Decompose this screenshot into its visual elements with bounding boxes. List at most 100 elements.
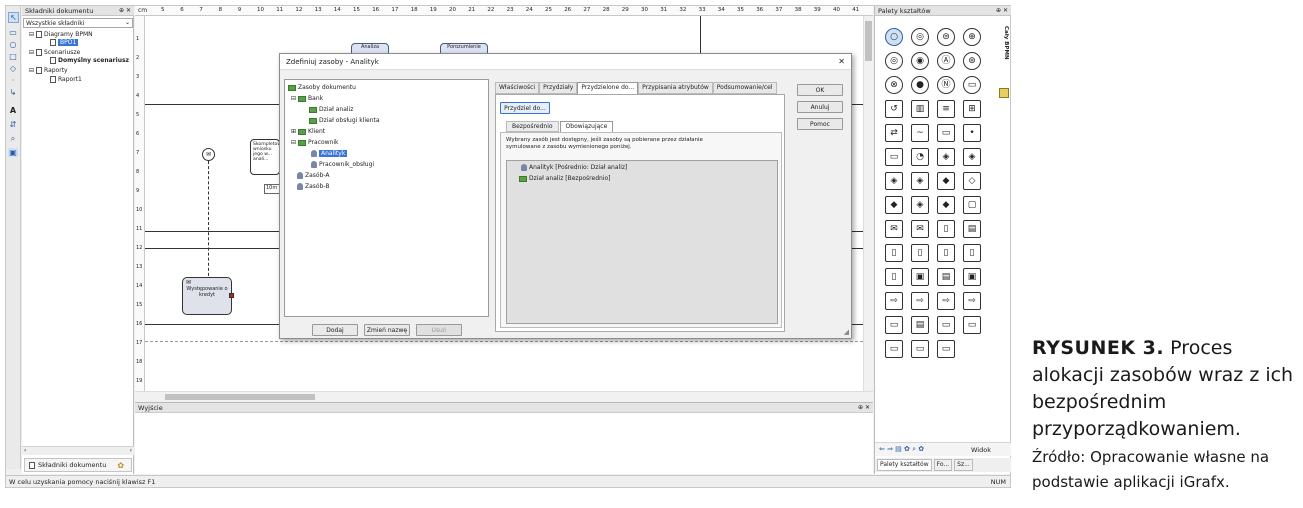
palette-shape-icon[interactable]: ◔ <box>911 148 929 166</box>
tree-item-diagrams[interactable]: ⊟ Diagramy BPMN <box>29 31 93 38</box>
dot-tool-icon[interactable]: · <box>8 76 18 85</box>
palette-shape-icon[interactable]: ▭ <box>885 316 903 334</box>
zoom-tool-icon[interactable]: ⌕ <box>8 134 18 143</box>
tree-item-default-scenario[interactable]: Domyślny scenariusz <box>50 57 129 64</box>
scroll-thumb[interactable] <box>165 394 315 400</box>
palette-shape-icon[interactable]: ● <box>911 76 929 94</box>
palette-shape-icon[interactable]: ⊞ <box>963 100 981 118</box>
add-button[interactable]: Dodaj <box>312 324 358 336</box>
palette-shape-icon[interactable]: ⇨ <box>937 292 955 310</box>
task-shape-credit[interactable]: ✉ Występowanie o kredyt <box>182 277 234 315</box>
tree-item-reports[interactable]: ⊟ Raporty <box>29 67 68 74</box>
palette-shape-icon[interactable]: ◎ <box>885 52 903 70</box>
help-button[interactable]: Pomoc <box>797 118 843 130</box>
palette-shape-icon[interactable]: ⊜ <box>937 28 955 46</box>
chevron-down-icon[interactable]: ⌄ <box>125 19 130 26</box>
tree-item-employee[interactable]: ⊟ Pracownik <box>291 139 339 146</box>
palette-vertical-tab[interactable]: Cały BPMN <box>995 26 1009 76</box>
palette-shape-icon[interactable]: ▤ <box>963 220 981 238</box>
palette-shape-icon[interactable]: ▯ <box>937 244 955 262</box>
pointer-icon[interactable]: ↖ <box>8 12 19 23</box>
list-item-analyst[interactable]: Analityk [Pośrednio: Dział analiz] <box>521 164 627 171</box>
square-tool-icon[interactable]: □ <box>8 52 18 61</box>
ok-button[interactable]: OK <box>797 84 843 96</box>
subtab-direct[interactable]: Bezpośrednio <box>506 121 559 132</box>
palette-tab[interactable]: Fo... <box>933 459 953 471</box>
palette-shape-icon[interactable]: ◈ <box>911 196 929 214</box>
palette-tab[interactable]: Palety kształtów <box>877 459 932 471</box>
palette-shape-icon[interactable]: ▭ <box>911 340 929 358</box>
resources-icon[interactable]: ✿ <box>117 461 124 470</box>
palette-side-icon[interactable] <box>999 88 1009 98</box>
palette-shape-icon[interactable]: ✉ <box>911 220 929 238</box>
palette-shape-icon[interactable]: ✉ <box>885 220 903 238</box>
palette-shape-icon[interactable]: ◇ <box>963 172 981 190</box>
tab-properties[interactable]: Właściwości <box>495 82 540 94</box>
palette-shape-icon[interactable]: ◉ <box>911 52 929 70</box>
palette-shape-icon[interactable]: ▭ <box>885 340 903 358</box>
tree-item-service-employee[interactable]: Pracownik_obsługi <box>311 161 374 168</box>
palette-shape-icon[interactable]: ⇨ <box>885 292 903 310</box>
palette-shape-icon[interactable]: ⇨ <box>963 292 981 310</box>
tab-attribute-assignments[interactable]: Przypisania atrybutów <box>638 82 713 94</box>
palette-shape-icon[interactable]: ⇨ <box>911 292 929 310</box>
components-filter-select[interactable]: Wszystkie składniki ⌄ <box>23 18 133 28</box>
scroll-right-icon[interactable]: › <box>130 447 132 454</box>
palette-shape-icon[interactable]: ◎ <box>911 28 929 46</box>
palette-shape-icon[interactable]: ▯ <box>963 244 981 262</box>
output-controls[interactable]: ⊕ ✕ <box>858 404 870 411</box>
palette-shape-icon[interactable]: ▭ <box>885 148 903 166</box>
text-tool-icon[interactable]: A <box>8 106 18 115</box>
palette-shape-icon[interactable]: ▭ <box>937 340 955 358</box>
subtab-effective[interactable]: Obowiązujące <box>559 121 614 132</box>
tree-item-scenarios[interactable]: ⊟ Scenariusze <box>29 49 80 56</box>
task-shape-compile[interactable]: Skompletowanie wniosku jego w... anali..… <box>250 139 280 175</box>
circle-tool-icon[interactable]: ○ <box>8 40 18 49</box>
palette-shape-icon[interactable]: ◈ <box>963 148 981 166</box>
palette-shape-icon[interactable]: ◆ <box>885 196 903 214</box>
palette-shape-icon[interactable]: ◈ <box>885 172 903 190</box>
diamond-tool-icon[interactable]: ◇ <box>8 64 18 73</box>
palette-shape-icon[interactable]: ◈ <box>911 172 929 190</box>
tab-assignments[interactable]: Przydziały <box>539 82 578 94</box>
canvas-vertical-scrollbar[interactable] <box>863 16 873 391</box>
palette-shape-icon[interactable]: Ⓝ <box>937 76 955 94</box>
tree-item-analyst[interactable]: Analityk <box>311 150 348 157</box>
rectangle-tool-icon[interactable]: ▭ <box>8 28 18 37</box>
tree-item-report1[interactable]: Raport1 <box>50 76 82 83</box>
palette-controls[interactable]: ⊕ ✕ <box>996 7 1008 14</box>
assign-to-button[interactable]: Przydziel do... <box>500 102 550 114</box>
connector-tool-icon[interactable]: ↳ <box>8 88 18 97</box>
palette-nav-icons[interactable]: ⇐ ⇒ ▤ ✿ ⌕ ✿ <box>879 445 924 454</box>
palette-shape-icon[interactable]: ○ <box>885 28 903 46</box>
palette-shape-icon[interactable]: ▥ <box>911 100 929 118</box>
palette-shape-icon[interactable]: ↺ <box>885 100 903 118</box>
palette-shape-icon[interactable]: ~ <box>911 124 929 142</box>
cancel-button[interactable]: Anuluj <box>797 101 843 113</box>
palette-shape-icon[interactable]: ▭ <box>963 316 981 334</box>
palette-shape-icon[interactable]: ▭ <box>963 76 981 94</box>
palette-shape-icon[interactable]: ⇄ <box>885 124 903 142</box>
scroll-left-icon[interactable]: ‹ <box>24 447 26 454</box>
canvas-horizontal-scrollbar[interactable] <box>135 391 873 401</box>
palette-shape-icon[interactable]: ▯ <box>885 244 903 262</box>
message-event[interactable]: ✉ <box>202 148 215 161</box>
palette-shape-icon[interactable]: ▤ <box>911 316 929 334</box>
tree-item-resource-a[interactable]: Zasób-A <box>297 172 330 179</box>
palette-shape-icon[interactable]: ▭ <box>937 316 955 334</box>
palette-shape-icon[interactable]: ◆ <box>937 196 955 214</box>
palette-shape-icon[interactable]: ▢ <box>963 196 981 214</box>
horizontal-scrollbar[interactable]: ‹ › <box>22 446 134 455</box>
palette-shape-icon[interactable]: ≡ <box>937 100 955 118</box>
rename-button[interactable]: Zmień nazwę <box>364 324 410 336</box>
list-item-analysis-dept[interactable]: Dział analiz [Bezpośrednio] <box>519 175 611 182</box>
sort-tool-icon[interactable]: ⇵ <box>8 120 18 129</box>
tree-item-bpo1[interactable]: BPO1 <box>50 39 79 46</box>
palette-tab[interactable]: Sz... <box>954 459 973 471</box>
palette-shape-icon[interactable]: ⊗ <box>885 76 903 94</box>
palette-shape-icon[interactable]: ▤ <box>937 268 955 286</box>
palette-shape-icon[interactable]: Ⓐ <box>937 52 955 70</box>
palette-shape-icon[interactable]: ◆ <box>937 172 955 190</box>
palette-shape-icon[interactable]: ▣ <box>911 268 929 286</box>
tab-summary[interactable]: Podsumowanie/cel <box>712 82 777 94</box>
